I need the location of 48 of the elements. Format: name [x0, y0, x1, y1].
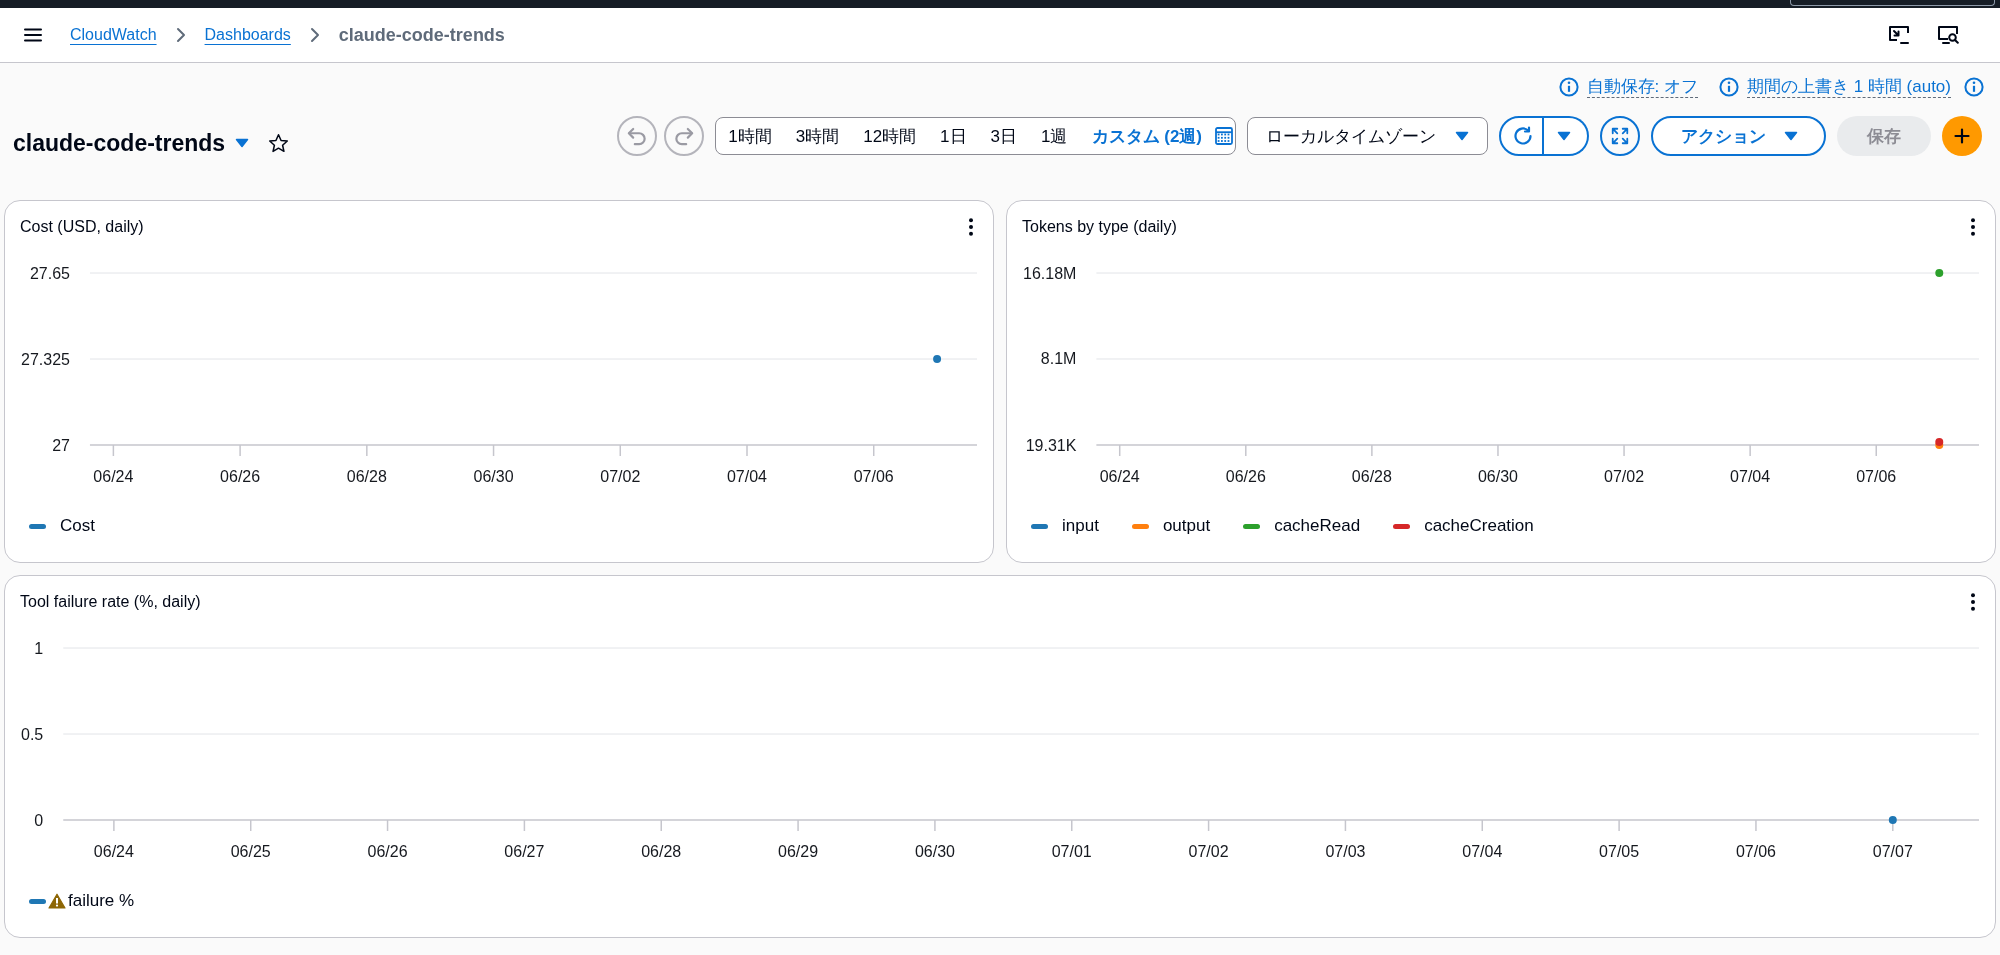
- x-axis-label: 07/01: [1051, 842, 1092, 860]
- x-axis-label: 07/05: [1599, 842, 1640, 860]
- y-axis-label: 16.18M: [1023, 264, 1077, 282]
- widget-title: Cost (USD, daily): [20, 217, 144, 237]
- x-axis-label: 06/30: [1477, 467, 1518, 485]
- legend-label: input: [1062, 516, 1099, 536]
- x-axis-label: 06/28: [641, 842, 682, 860]
- y-axis-label: 27.65: [29, 264, 70, 282]
- x-axis-label: 07/04: [1462, 842, 1503, 860]
- y-axis-label: 0.5: [21, 725, 44, 743]
- x-axis-label: 07/02: [600, 467, 641, 485]
- x-axis-label: 06/28: [1351, 467, 1392, 485]
- y-axis-label: 19.31K: [1025, 436, 1077, 454]
- x-axis-label: 07/06: [1856, 467, 1897, 485]
- y-axis-label: 27: [52, 436, 70, 454]
- x-axis-label: 06/24: [93, 467, 134, 485]
- y-axis-label: 0: [34, 811, 44, 829]
- y-axis-label: 1: [34, 639, 44, 657]
- x-axis-label: 06/30: [914, 842, 955, 860]
- y-axis-label: 27.325: [21, 350, 70, 368]
- x-axis-label: 07/03: [1325, 842, 1366, 860]
- x-axis-label: 07/04: [726, 467, 767, 485]
- x-axis-label: 06/29: [778, 842, 819, 860]
- x-axis-label: 06/26: [220, 467, 261, 485]
- legend-label: failure %: [68, 891, 135, 911]
- y-axis-label: 8.1M: [1040, 350, 1077, 368]
- legend-label: Cost: [60, 516, 95, 536]
- x-axis-label: 06/28: [346, 467, 387, 485]
- x-axis-label: 07/06: [1735, 842, 1776, 860]
- x-axis-label: 07/02: [1604, 467, 1645, 485]
- x-axis-label: 07/07: [1872, 842, 1913, 860]
- widget-title: Tokens by type (daily): [1022, 217, 1177, 237]
- legend-label: cacheCreation: [1424, 516, 1534, 536]
- legend-label: output: [1162, 516, 1211, 536]
- x-axis-label: 06/24: [1099, 467, 1140, 485]
- widget-title: Tool failure rate (%, daily): [20, 592, 201, 612]
- x-axis-label: 07/02: [1188, 842, 1229, 860]
- x-axis-label: 07/06: [853, 467, 894, 485]
- x-axis-label: 06/25: [230, 842, 271, 860]
- breadcrumb-current: claude-code-trends: [338, 24, 505, 46]
- x-axis-label: 06/24: [93, 842, 134, 860]
- legend-label: cacheRead: [1274, 516, 1361, 536]
- x-axis-label: 07/04: [1730, 467, 1771, 485]
- x-axis-label: 06/26: [367, 842, 408, 860]
- dashboard-title: claude-code-trends: [13, 130, 226, 156]
- x-axis-label: 06/30: [473, 467, 514, 485]
- x-axis-label: 06/26: [1225, 467, 1266, 485]
- x-axis-label: 06/27: [504, 842, 545, 860]
